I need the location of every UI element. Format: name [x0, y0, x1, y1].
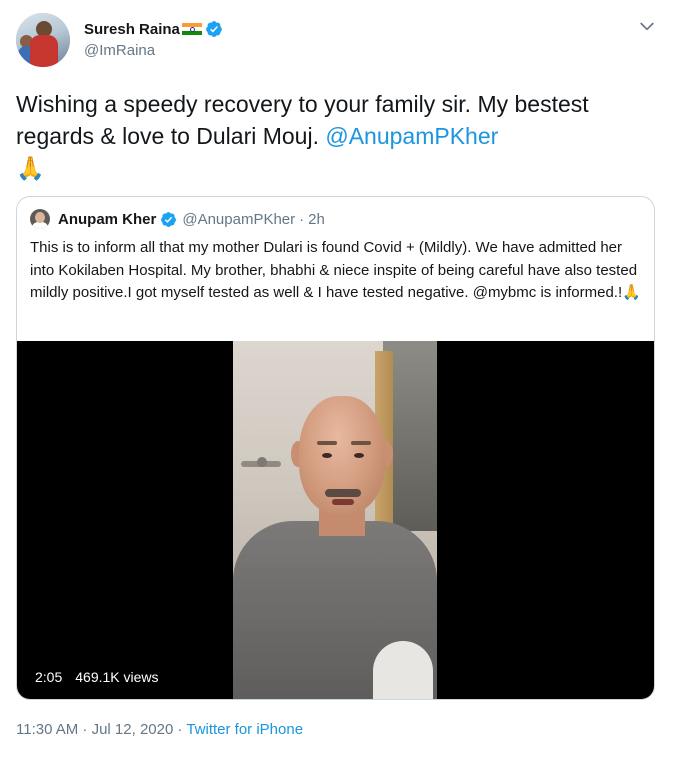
author-name-row[interactable]: Suresh Raina — [84, 19, 223, 39]
meta-separator: · — [299, 210, 305, 228]
tweet-text-body: Wishing a speedy recovery to your family… — [16, 91, 589, 149]
quoted-tweet-header: Anupam Kher @AnupamPKher · 2h — [30, 209, 325, 229]
tweet-footer: 11:30 AM · Jul 12, 2020 · Twitter for iP… — [16, 719, 303, 739]
footer-separator: · — [177, 720, 183, 738]
video-stats: 2:05 469.1K views — [35, 668, 159, 686]
chevron-down-icon[interactable] — [637, 16, 657, 36]
video-duration: 2:05 — [35, 669, 63, 685]
folded-hands-emoji: 🙏 — [16, 155, 45, 181]
quoted-tweet[interactable]: Anupam Kher @AnupamPKher · 2h This is to… — [16, 196, 655, 700]
quoted-tweet-text: This is to inform all that my mother Dul… — [30, 239, 641, 301]
india-flag-icon — [181, 22, 202, 36]
video-player[interactable]: 2:05 469.1K views — [17, 341, 654, 699]
quoted-tweet-age: 2h — [308, 210, 325, 228]
verified-badge-icon — [205, 21, 222, 37]
video-view-count: 469.1K views — [75, 669, 159, 685]
tweet-text: Wishing a speedy recovery to your family… — [16, 88, 661, 184]
verified-badge-icon — [161, 211, 177, 227]
video-thumbnail — [233, 341, 437, 699]
mention-link[interactable]: @AnupamPKher — [325, 123, 498, 149]
tweet-timestamp[interactable]: 11:30 AM · Jul 12, 2020 — [16, 721, 173, 738]
quoted-author-avatar — [30, 209, 50, 229]
quoted-author-display-name: Anupam Kher — [58, 210, 157, 228]
tweet: Suresh Raina @ImRaina Wishing a speedy r… — [0, 0, 673, 757]
author-handle[interactable]: @ImRaina — [84, 42, 155, 59]
quoted-author-handle: @AnupamPKher — [182, 210, 296, 228]
tweet-source-link[interactable]: Twitter for iPhone — [186, 721, 303, 738]
author-display-name[interactable]: Suresh Raina — [84, 21, 180, 38]
author-avatar[interactable] — [16, 13, 70, 67]
